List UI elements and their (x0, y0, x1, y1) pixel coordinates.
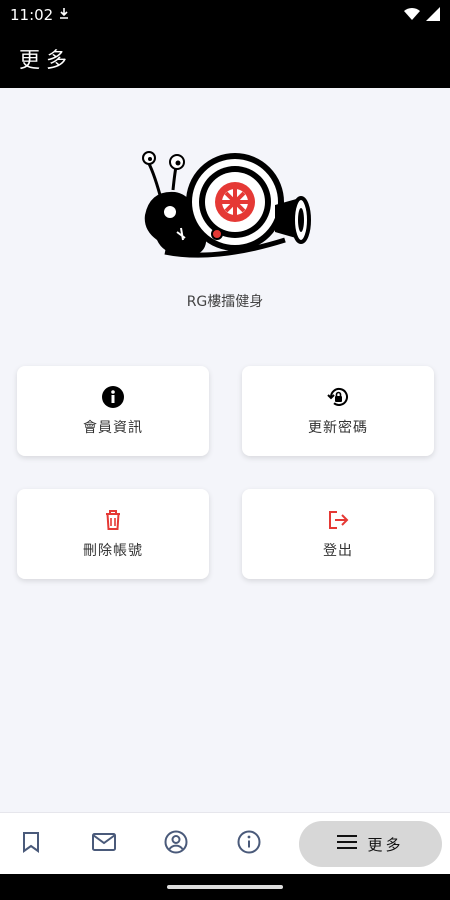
brand-name: RG樓擂健身 (186, 294, 264, 310)
mail-icon (92, 833, 116, 855)
menu-icon (337, 834, 358, 854)
status-time: 11:02 (10, 6, 54, 24)
download-status-icon (59, 6, 69, 24)
wifi-icon (404, 6, 420, 25)
account-icon (164, 830, 188, 858)
member-info-button[interactable]: 會員資訊 (17, 366, 209, 456)
nav-more[interactable]: 更多 (299, 821, 442, 867)
logout-label: 登出 (323, 543, 353, 559)
nav-bookmark[interactable] (6, 813, 56, 875)
signal-icon (426, 6, 440, 25)
page-title: 更多 (19, 48, 73, 72)
logout-button[interactable]: 登出 (242, 489, 434, 579)
logout-icon (326, 508, 350, 532)
bookmark-icon (22, 831, 40, 857)
nav-more-label: 更多 (367, 835, 404, 854)
info-icon (237, 830, 261, 858)
update-password-label: 更新密碼 (308, 420, 368, 436)
system-navigation-bar (0, 874, 450, 900)
member-info-label: 會員資訊 (83, 420, 143, 436)
trash-icon (101, 508, 125, 532)
home-indicator[interactable] (167, 885, 283, 889)
delete-account-label: 刪除帳號 (83, 543, 143, 559)
lock-reset-icon (326, 385, 350, 409)
info-icon (101, 385, 125, 409)
delete-account-button[interactable]: 刪除帳號 (17, 489, 209, 579)
nav-info[interactable] (224, 813, 274, 875)
nav-account[interactable] (151, 813, 201, 875)
nav-mail[interactable] (79, 813, 129, 875)
bottom-nav: 更多 (0, 812, 450, 874)
update-password-button[interactable]: 更新密碼 (242, 366, 434, 456)
status-bar: 11:02 (0, 0, 450, 30)
brand-logo (135, 140, 315, 270)
app-bar: 更多 (0, 30, 450, 88)
